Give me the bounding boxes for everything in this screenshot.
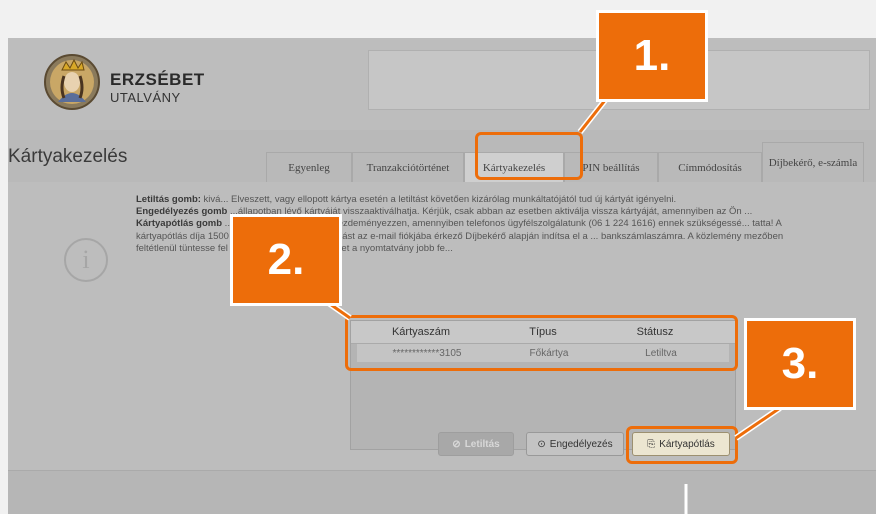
tab-tranzakciotortenet[interactable]: Tranzakciótörténet bbox=[352, 152, 464, 183]
brand-title: ERZSÉBET bbox=[110, 70, 205, 89]
letiltas-button[interactable]: ⊘ Letiltás bbox=[438, 432, 514, 456]
footer bbox=[8, 470, 876, 514]
app-window: ERZSÉBET UTALVÁNY Kártyakezelés Egyenleg… bbox=[8, 38, 876, 514]
info-icon: i bbox=[64, 238, 108, 282]
callout-3: 3. bbox=[744, 318, 856, 410]
engedelyezes-button[interactable]: ⊙ Engedélyezés bbox=[526, 432, 624, 456]
callout-1: 1. bbox=[596, 10, 708, 102]
header: ERZSÉBET UTALVÁNY bbox=[8, 38, 876, 130]
tab-dijbekero[interactable]: Díjbekérő, e-számla bbox=[762, 142, 864, 183]
highlight-tab bbox=[475, 132, 583, 180]
tab-egyenleg[interactable]: Egyenleg bbox=[266, 152, 352, 183]
callout-2: 2. bbox=[230, 214, 342, 306]
erzsebet-logo-icon bbox=[44, 54, 100, 110]
block-icon: ⊘ bbox=[452, 438, 461, 450]
highlight-table bbox=[345, 315, 738, 371]
tab-cimmodositas[interactable]: Címmódosítás bbox=[658, 152, 762, 183]
page-title: Kártyakezelés bbox=[8, 146, 128, 167]
highlight-button bbox=[626, 426, 738, 464]
brand-subtitle: UTALVÁNY bbox=[110, 90, 181, 105]
check-circle-icon: ⊙ bbox=[537, 438, 546, 450]
